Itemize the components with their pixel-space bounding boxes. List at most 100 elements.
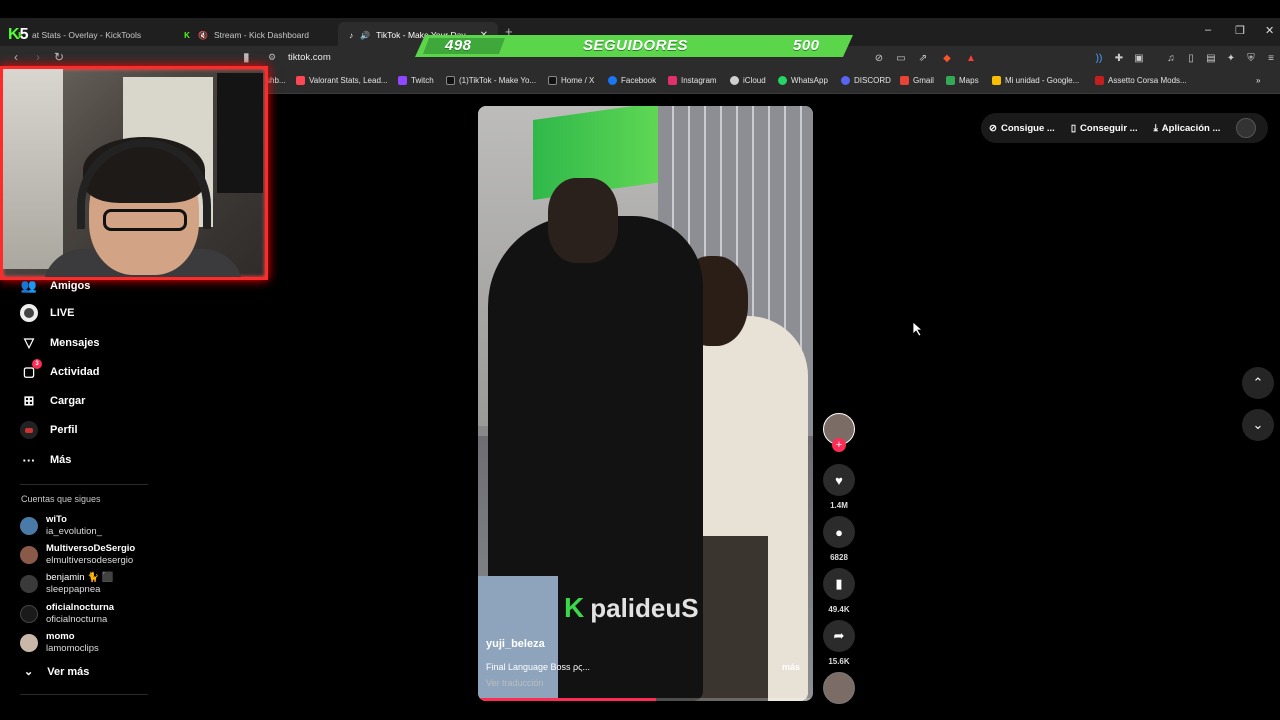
activity-badge: 3: [32, 359, 42, 369]
bookmark-item[interactable]: shb...: [266, 76, 286, 85]
share-action[interactable]: ➦ 15.6K: [822, 620, 856, 666]
bookmark-item[interactable]: DISCORD: [841, 76, 891, 85]
like-action[interactable]: ♥ 1.4M: [822, 464, 856, 510]
translate-link[interactable]: Ver traducción: [486, 678, 544, 688]
get-coins-button[interactable]: ⊘ Consigue ...: [981, 123, 1063, 134]
reload-icon[interactable]: ↻: [54, 50, 64, 64]
bookmark-item[interactable]: Twitch: [398, 76, 434, 85]
webcam-poster: [217, 73, 263, 193]
bookmark-item[interactable]: Instagram: [668, 76, 717, 85]
speaker-icon: 🔊: [360, 30, 371, 40]
nav-label: Perfil: [50, 424, 78, 436]
bookmark-item[interactable]: Valorant Stats, Lead...: [296, 76, 388, 85]
sound-avatar[interactable]: [823, 672, 855, 704]
sidebar-icon[interactable]: ▯: [1184, 51, 1198, 65]
bookmark-item[interactable]: Mi unidad - Google...: [992, 76, 1079, 85]
download-icon: ⤓: [1153, 122, 1158, 134]
brave-shield-icon[interactable]: ◆: [940, 51, 954, 65]
nav-item-actividad[interactable]: ▢ 3 Actividad: [20, 359, 100, 381]
bookmark-icon[interactable]: ▮: [243, 50, 250, 64]
account-handle: elmultiversodesergio: [46, 555, 134, 566]
nav-label: Amigos: [50, 280, 91, 292]
followers-label: SEGUIDORES: [583, 37, 689, 54]
facebook-icon: [608, 76, 617, 85]
tiktok-icon: ♪: [349, 30, 354, 40]
minimize-button[interactable]: –: [1205, 24, 1211, 36]
comment-action[interactable]: ● 6828: [822, 516, 856, 562]
button-label: Aplicación ...: [1161, 122, 1221, 134]
bookmark-item[interactable]: (1)TikTok - Make Yo...: [446, 76, 536, 85]
site-settings-icon[interactable]: ⚙: [268, 52, 276, 63]
wallet-icon[interactable]: ▤: [1204, 51, 1218, 65]
button-label: Consigue ...: [1000, 122, 1055, 134]
bookmark-item[interactable]: Gmail: [900, 76, 934, 85]
brave-rewards-icon[interactable]: ▲: [964, 51, 978, 65]
valorant-icon: [296, 76, 305, 85]
video-person-left-head: [548, 178, 618, 263]
audio-icon[interactable]: )): [1092, 51, 1106, 65]
following-account[interactable]: wiTo ia_evolution_: [20, 514, 102, 538]
vpn-icon[interactable]: ⛨: [1244, 51, 1258, 65]
get-app-button[interactable]: ▯ Conseguir ...: [1063, 123, 1146, 134]
tab-kicktools[interactable]: K at Stats - Overlay - KickTools: [6, 22, 176, 48]
glasses-icon: [103, 209, 187, 231]
nav-item-cargar[interactable]: ⊞ Cargar: [20, 392, 86, 410]
next-video-button[interactable]: ⌄: [1242, 409, 1274, 441]
bookmark-label: iCloud: [743, 76, 766, 85]
bookmark-icon[interactable]: ▮: [823, 568, 855, 600]
comment-icon[interactable]: ●: [823, 516, 855, 548]
more-button[interactable]: más: [782, 662, 800, 672]
back-icon[interactable]: ‹: [14, 50, 18, 64]
bookmark-item[interactable]: Facebook: [608, 76, 656, 85]
nav-label: Mensajes: [50, 337, 100, 349]
video-username[interactable]: yuji_beleza: [486, 638, 545, 650]
bookmark-label: Twitch: [411, 76, 434, 85]
following-account[interactable]: momo lamomoclips: [20, 631, 99, 655]
bookmark-item[interactable]: iCloud: [730, 76, 766, 85]
nav-item-mas[interactable]: ··· Más: [20, 451, 72, 469]
followers-goal: 500: [793, 37, 820, 54]
tab-label: at Stats - Overlay - KickTools: [32, 30, 142, 40]
share-arrow-icon[interactable]: ➦: [823, 620, 855, 652]
url-field[interactable]: tiktok.com: [288, 52, 331, 63]
share-count: 15.6K: [828, 657, 850, 666]
video-player[interactable]: K palideuS yuji_beleza Final Language Bo…: [478, 106, 813, 701]
avatar: [20, 634, 38, 652]
bookmarks-overflow-icon[interactable]: »: [1256, 76, 1260, 85]
following-account[interactable]: MultiversoDeSergio elmultiversodesergio: [20, 543, 135, 567]
music-icon[interactable]: ♫: [1164, 51, 1178, 65]
tab-kick-dashboard[interactable]: K 🔇 Stream - Kick Dashboard: [172, 22, 336, 48]
following-account[interactable]: benjamin 🐈 ⬛ sleeppapnea: [20, 572, 114, 596]
bookmark-item[interactable]: WhatsApp: [778, 76, 828, 85]
previous-video-button[interactable]: ⌃: [1242, 367, 1274, 399]
forward-icon[interactable]: ›: [36, 50, 40, 64]
like-count: 1.4M: [830, 501, 848, 510]
nav-item-perfil[interactable]: Perfil: [20, 421, 78, 439]
bookmark-item[interactable]: Home / X: [548, 76, 594, 85]
share-icon[interactable]: ⇗: [916, 51, 930, 65]
see-more-button[interactable]: ⌄ Ver más: [24, 665, 89, 679]
extensions-icon[interactable]: ✚: [1112, 51, 1126, 65]
nav-item-mensajes[interactable]: ▽ Mensajes: [20, 334, 100, 352]
nav-item-live[interactable]: LIVE: [20, 304, 74, 322]
desktop-app-button[interactable]: ⤓ Aplicación ...: [1146, 123, 1229, 134]
follow-plus-icon[interactable]: +: [832, 438, 846, 452]
profile-icon: [20, 421, 38, 439]
leo-ai-icon[interactable]: ✦: [1224, 51, 1238, 65]
bookmark-item[interactable]: Maps: [946, 76, 979, 85]
close-window-button[interactable]: ✕: [1265, 24, 1274, 37]
maps-icon: [946, 76, 955, 85]
video-progress-bar[interactable]: [478, 698, 813, 701]
screenshot-icon[interactable]: ▣: [1132, 51, 1146, 65]
save-action[interactable]: ▮ 49.4K: [822, 568, 856, 614]
menu-icon[interactable]: ≡: [1264, 51, 1278, 65]
nav-item-amigos[interactable]: 👥 Amigos: [20, 277, 90, 295]
user-avatar[interactable]: [1236, 118, 1257, 138]
nav-label: Cargar: [50, 395, 86, 407]
bookmark-item[interactable]: Assetto Corsa Mods...: [1095, 76, 1187, 85]
following-account[interactable]: oficialnocturna oficialnocturna: [20, 602, 114, 626]
heart-icon[interactable]: ♥: [823, 464, 855, 496]
restore-button[interactable]: ❐: [1235, 24, 1245, 37]
no-translate-icon[interactable]: ⊘: [872, 51, 886, 65]
cast-icon[interactable]: ▭: [894, 51, 908, 65]
